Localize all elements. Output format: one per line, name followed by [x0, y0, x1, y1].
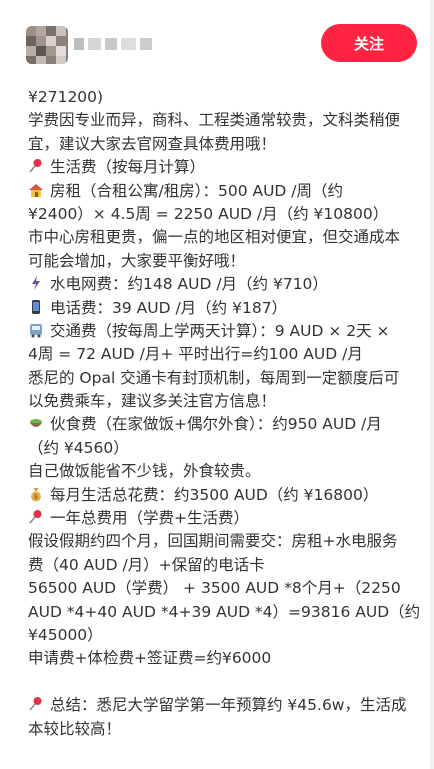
text-line: 4周 = 72 AUD /月+ 平时出行=约100 AUD /月	[28, 345, 363, 364]
text-line: 电话费：39 AUD /月（约 ¥187）	[50, 298, 288, 317]
text-line: 房租（合租公寓/租房）：500 AUD /周（约	[50, 181, 344, 200]
text-line: （约 ¥4560）	[28, 438, 129, 457]
phone-icon	[28, 299, 44, 315]
summary-item: 总结：悉尼大学留学第一年预算约 ¥45.6w，生活成	[28, 694, 422, 717]
text-line: ¥2400）× 4.5周 = 2250 AUD /月（约 ¥10800）	[28, 204, 389, 223]
bus-icon	[28, 322, 44, 338]
text-line: 可能会增加，大家要平衡好哦！	[28, 251, 246, 270]
section-annual-cost: 一年总费用（学费+生活费）	[28, 507, 422, 530]
post-content: ¥271200) 学费因专业而异，商科、工程类通常较贵，文科类稍便 宜，建议大家…	[28, 86, 422, 741]
section-living-cost: 生活费（按每月计算）	[28, 156, 422, 179]
house-icon	[28, 182, 44, 198]
text-line: 市中心房租更贵，偏一点的地区相对便宜，但交通成本	[28, 228, 401, 247]
monthly-total-item: $ 每月生活总花费：约3500 AUD（约 ¥16800）	[28, 484, 422, 507]
text-line: 水电网费：约148 AUD /月（约 ¥710）	[50, 275, 328, 294]
money-bag-icon: $	[28, 486, 44, 502]
text-line: 假设假期约四个月，回国期间需要交：房租+水电服务	[28, 532, 398, 551]
text-line: 宜，建议大家去官网查具体费用哦！	[28, 134, 277, 153]
text-line: 伙食费（在家做饭+偶尔外食）：约950 AUD /月	[50, 415, 382, 434]
text-line: 悉尼的 Opal 交通卡有封顶机制，每周到一定额度后可	[28, 368, 400, 387]
pushpin-icon	[28, 696, 44, 712]
svg-text:$: $	[34, 493, 38, 501]
text-line: 费（40 AUD /月）+保留的电话卡	[28, 555, 265, 574]
text-line: AUD *4+40 AUD *4+39 AUD *4）=93816 AUD（约	[28, 602, 421, 621]
text-line: ¥45000）	[28, 625, 103, 644]
rent-item: 房租（合租公寓/租房）：500 AUD /周（约	[28, 180, 422, 203]
text-line: 总结：悉尼大学留学第一年预算约 ¥45.6w，生活成	[50, 696, 407, 715]
utilities-item: 水电网费：约148 AUD /月（约 ¥710）	[28, 273, 422, 296]
text-line: 交通费（按每周上学两天计算）：9 AUD × 2天 ×	[50, 321, 390, 340]
text-line: 一年总费用（学费+生活费）	[50, 509, 249, 528]
text-line: 本较比较高！	[28, 719, 122, 738]
text-line: 以免费乘车，建议多关注官方信息！	[28, 392, 277, 411]
text-line: 每月生活总花费：约3500 AUD（约 ¥16800）	[50, 485, 379, 504]
transport-item: 交通费（按每周上学两天计算）：9 AUD × 2天 ×	[28, 320, 422, 343]
pushpin-icon	[28, 509, 44, 525]
text-line: 学费因专业而异，商科、工程类通常较贵，文科类稍便	[28, 111, 401, 130]
food-bowl-icon	[28, 415, 44, 431]
lightning-icon	[28, 275, 44, 291]
food-item: 伙食费（在家做饭+偶尔外食）：约950 AUD /月	[28, 413, 422, 436]
author-name[interactable]	[74, 38, 152, 50]
text-line: 生活费（按每月计算）	[50, 158, 206, 177]
text-line: 申请费+体检费+签证费=约¥6000	[28, 649, 272, 668]
follow-button[interactable]: 关注	[321, 24, 417, 62]
scrollbar[interactable]	[430, 0, 434, 769]
post-header: 关注	[0, 0, 434, 86]
text-line: 自己做饭能省不少钱，外食较贵。	[28, 462, 261, 481]
text-line: ¥271200)	[28, 88, 104, 106]
pushpin-icon	[28, 158, 44, 174]
text-line: 56500 AUD（学费） + 3500 AUD *8个月+（2250	[28, 579, 401, 598]
author-avatar[interactable]	[26, 26, 68, 64]
phone-item: 电话费：39 AUD /月（约 ¥187）	[28, 297, 422, 320]
